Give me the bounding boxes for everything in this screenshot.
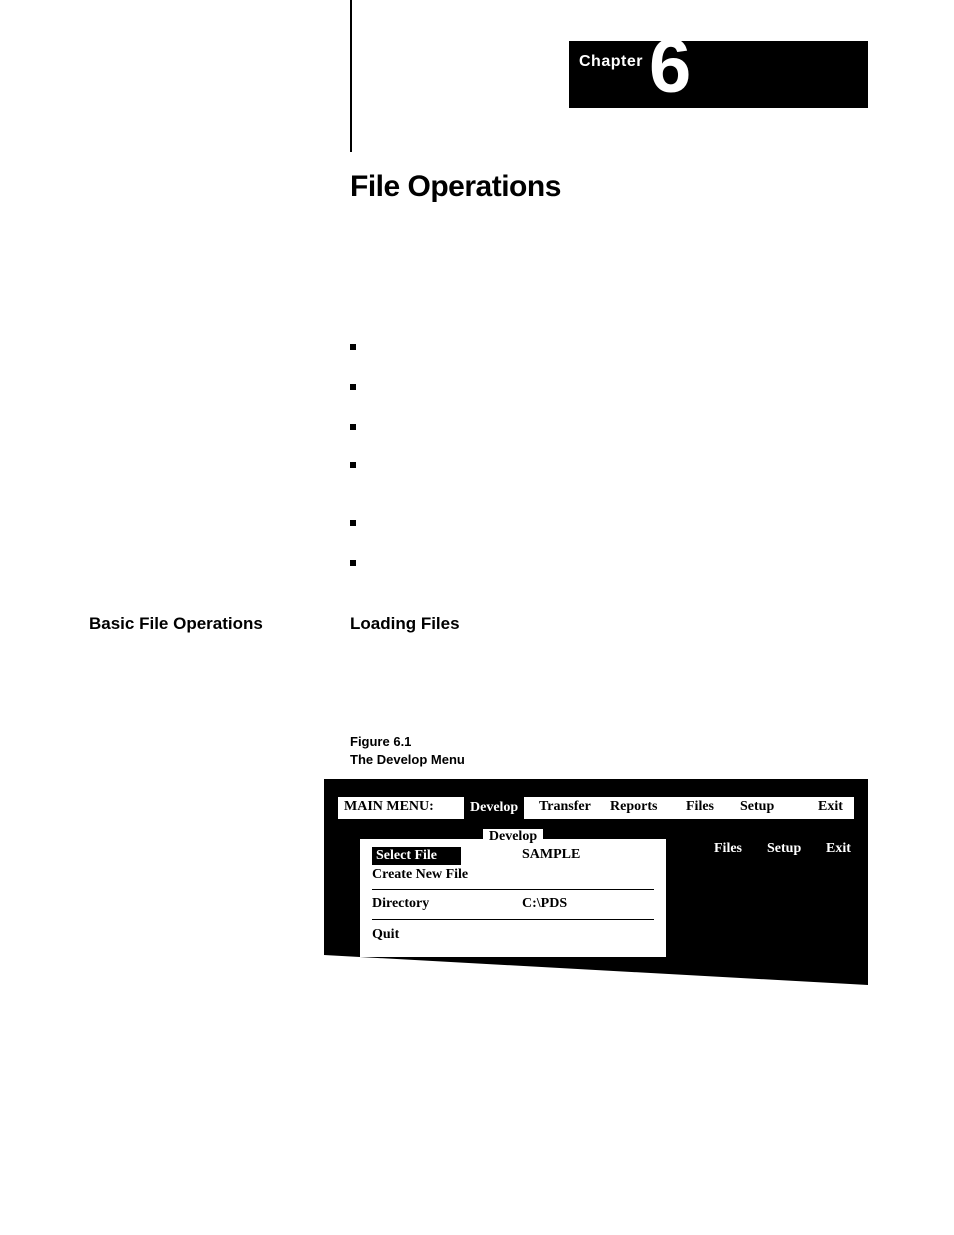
select-file-label: Select File: [372, 847, 461, 865]
select-file-value: SAMPLE: [522, 847, 580, 863]
menubar-item-exit[interactable]: Exit: [818, 799, 843, 815]
menubar-item-setup[interactable]: Setup: [740, 799, 774, 815]
page-title: File Operations: [350, 170, 561, 204]
quit-label: Quit: [372, 927, 399, 943]
figure-caption: Figure 6.1 The Develop Menu: [350, 733, 465, 768]
dropdown-separator: [372, 919, 654, 920]
bullet-icon: [350, 462, 356, 468]
bullet-icon: [350, 424, 356, 430]
chapter-label: Chapter: [579, 53, 643, 71]
menubar-title: MAIN MENU:: [344, 799, 434, 815]
dropdown-legend-text: Develop: [483, 829, 543, 844]
section-heading-right: Loading Files: [350, 614, 460, 634]
bullet-icon: [350, 344, 356, 350]
directory-label: Directory: [372, 896, 429, 912]
chapter-number: 6: [649, 29, 691, 105]
menubar-item-files[interactable]: Files: [686, 799, 714, 815]
menubar2-item-exit: Exit: [826, 841, 851, 857]
bullet-icon: [350, 520, 356, 526]
directory-value: C:\PDS: [522, 896, 567, 912]
dropdown-legend: Develop: [360, 829, 666, 845]
chapter-badge: Chapter 6: [569, 41, 868, 108]
create-new-label: Create New File: [372, 867, 468, 883]
menubar2-item-setup: Setup: [767, 841, 801, 857]
dropdown-separator: [372, 889, 654, 890]
figure-title: The Develop Menu: [350, 751, 465, 769]
bullet-icon: [350, 560, 356, 566]
menubar-item-transfer[interactable]: Transfer: [539, 799, 591, 815]
bullet-icon: [350, 384, 356, 390]
tui-screenshot: MAIN MENU: Develop Transfer Reports File…: [324, 779, 868, 985]
menubar: MAIN MENU: Develop Transfer Reports File…: [338, 797, 854, 819]
vertical-rule: [350, 0, 352, 152]
develop-dropdown: Develop Select File SAMPLE Create New Fi…: [358, 837, 668, 959]
menubar-item-reports[interactable]: Reports: [610, 799, 657, 815]
tui-bottom-slant: [324, 955, 868, 985]
menubar-item-develop[interactable]: Develop: [464, 797, 524, 819]
menubar2-item-files: Files: [714, 841, 742, 857]
figure-number: Figure 6.1: [350, 733, 465, 751]
section-heading-left: Basic File Operations: [89, 614, 263, 634]
